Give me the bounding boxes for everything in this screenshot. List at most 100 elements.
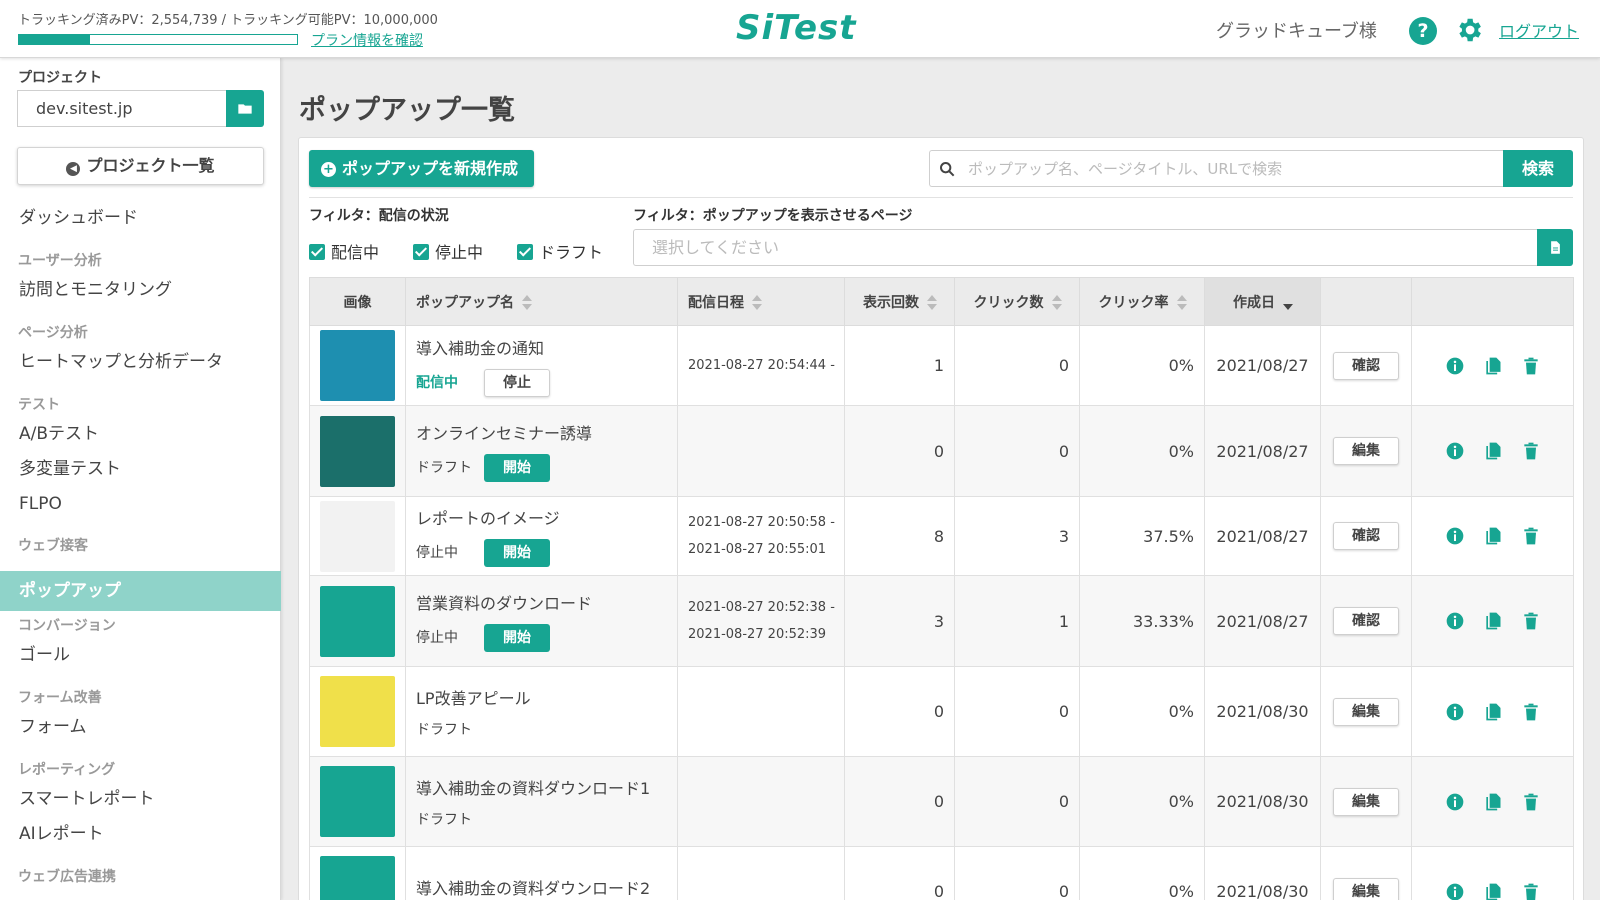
col-clicks[interactable]: クリック数 [954, 277, 1080, 326]
sitest-logo[interactable]: SiTest [736, 8, 857, 48]
nav-goal[interactable]: ゴール [0, 635, 281, 675]
copy-icon[interactable] [1483, 882, 1503, 900]
popup-name[interactable]: 導入補助金の資料ダウンロード1 [416, 775, 677, 799]
tracking-progress-bar [18, 34, 298, 45]
name-cell: LP改善アピール ドラフト [405, 666, 678, 757]
nav-heatmap[interactable]: ヒートマップと分析データ [0, 342, 281, 382]
table-row: 導入補助金の資料ダウンロード1 ドラフト 0 0 0% 2021/08/30 編集 [309, 756, 1574, 847]
popup-thumbnail[interactable] [320, 585, 395, 657]
popup-thumbnail[interactable] [320, 500, 395, 572]
project-folder-button[interactable] [226, 90, 264, 127]
copy-icon[interactable] [1483, 611, 1503, 631]
copy-icon[interactable] [1483, 356, 1503, 376]
impressions-cell: 0 [844, 666, 955, 757]
info-icon[interactable] [1445, 526, 1465, 546]
start-button[interactable]: 開始 [484, 624, 550, 652]
copy-icon[interactable] [1483, 792, 1503, 812]
popup-thumbnail[interactable] [320, 766, 395, 837]
info-icon[interactable] [1445, 702, 1465, 722]
popup-thumbnail[interactable] [320, 856, 395, 900]
gear-icon[interactable] [1454, 15, 1484, 45]
nav-smart-report[interactable]: スマートレポート [0, 779, 281, 819]
trash-icon[interactable] [1521, 792, 1541, 812]
schedule-cell [677, 405, 845, 497]
info-icon[interactable] [1445, 882, 1465, 900]
sort-icon [1051, 294, 1062, 310]
ctr-cell: 0% [1079, 756, 1205, 847]
edit-button[interactable]: 編集 [1333, 877, 1399, 900]
confirm-button[interactable]: 確認 [1333, 607, 1399, 635]
divider [309, 197, 1573, 198]
col-schedule[interactable]: 配信日程 [677, 277, 845, 326]
new-popup-button[interactable]: + ポップアップを新規作成 [309, 150, 534, 187]
trash-icon[interactable] [1521, 882, 1541, 900]
confirm-button[interactable]: 確認 [1333, 351, 1399, 380]
nav-dashboard[interactable]: ダッシュボード [0, 198, 281, 238]
ctr-cell: 37.5% [1079, 496, 1205, 576]
checkbox-stopped[interactable]: 停止中 [413, 239, 483, 263]
trash-icon[interactable] [1521, 526, 1541, 546]
popup-name[interactable]: 営業資料のダウンロード [416, 590, 677, 614]
page-filter-button[interactable] [1537, 229, 1573, 266]
popup-name[interactable]: レポートのイメージ [416, 505, 677, 529]
trash-icon[interactable] [1521, 702, 1541, 722]
nav-multivariate[interactable]: 多変量テスト [0, 449, 281, 489]
popup-thumbnail[interactable] [320, 415, 395, 487]
nav-popup[interactable]: ポップアップ [0, 571, 281, 611]
tracking-pv-text: トラッキング済みPV：2,554,739 / トラッキング可能PV：10,000… [18, 13, 438, 28]
edit-button[interactable]: 編集 [1333, 787, 1399, 816]
project-list-label: プロジェクト一覧 [86, 156, 215, 175]
nav-ab-test[interactable]: A/Bテスト [0, 414, 281, 454]
help-icon[interactable]: ? [1409, 17, 1437, 45]
trash-icon[interactable] [1521, 356, 1541, 376]
checkbox-draft[interactable]: ドラフト [517, 239, 603, 263]
page-filter-select[interactable]: 選択してください [633, 229, 1537, 266]
nav-ai-report[interactable]: AIレポート [0, 814, 281, 854]
schedule-cell [677, 666, 845, 757]
name-cell: 導入補助金の資料ダウンロード1 ドラフト [405, 756, 678, 847]
copy-icon[interactable] [1483, 702, 1503, 722]
nav-form[interactable]: フォーム [0, 707, 281, 747]
popup-name[interactable]: オンラインセミナー誘導 [416, 420, 677, 444]
col-created[interactable]: 作成日 [1204, 277, 1321, 326]
section-test: テスト [18, 397, 60, 413]
info-icon[interactable] [1445, 792, 1465, 812]
impressions-cell: 0 [844, 756, 955, 847]
nav-visits[interactable]: 訪問とモニタリング [0, 270, 281, 310]
info-icon[interactable] [1445, 611, 1465, 631]
checkbox-live[interactable]: 配信中 [309, 239, 379, 263]
popup-name[interactable]: LP改善アピール [416, 685, 677, 709]
popup-thumbnail[interactable] [320, 330, 395, 401]
popup-thumbnail[interactable] [320, 676, 395, 747]
search-button[interactable]: 検索 [1503, 150, 1573, 187]
start-button[interactable]: 開始 [484, 539, 550, 567]
search-input[interactable] [929, 150, 1503, 187]
status-label: 停止中 [416, 545, 458, 561]
popup-name[interactable]: 導入補助金の資料ダウンロード2 [416, 875, 677, 899]
project-list-button[interactable]: ◀ プロジェクト一覧 [17, 147, 264, 185]
info-icon[interactable] [1445, 441, 1465, 461]
info-icon[interactable] [1445, 356, 1465, 376]
stop-button[interactable]: 停止 [484, 368, 550, 397]
ctr-cell: 0% [1079, 325, 1205, 406]
col-ctr[interactable]: クリック率 [1079, 277, 1205, 326]
project-field[interactable]: dev.sitest.jp [17, 90, 226, 127]
col-name[interactable]: ポップアップ名 [405, 277, 678, 326]
confirm-button[interactable]: 確認 [1333, 522, 1399, 550]
created-cell: 2021/08/30 [1204, 666, 1321, 757]
col-impressions[interactable]: 表示回数 [844, 277, 955, 326]
schedule-cell [677, 846, 845, 900]
edit-button[interactable]: 編集 [1333, 697, 1399, 726]
sort-icon [927, 294, 937, 310]
logout-link[interactable]: ログアウト [1499, 18, 1579, 42]
copy-icon[interactable] [1483, 441, 1503, 461]
trash-icon[interactable] [1521, 611, 1541, 631]
start-button[interactable]: 開始 [484, 454, 550, 482]
trash-icon[interactable] [1521, 441, 1541, 461]
nav-flpo[interactable]: FLPO [0, 484, 281, 524]
copy-icon[interactable] [1483, 526, 1503, 546]
popup-name[interactable]: 導入補助金の通知 [416, 335, 677, 359]
plan-info-link[interactable]: プラン情報を確認 [311, 30, 423, 50]
checkbox-label: 停止中 [435, 243, 484, 262]
edit-button[interactable]: 編集 [1333, 437, 1399, 465]
